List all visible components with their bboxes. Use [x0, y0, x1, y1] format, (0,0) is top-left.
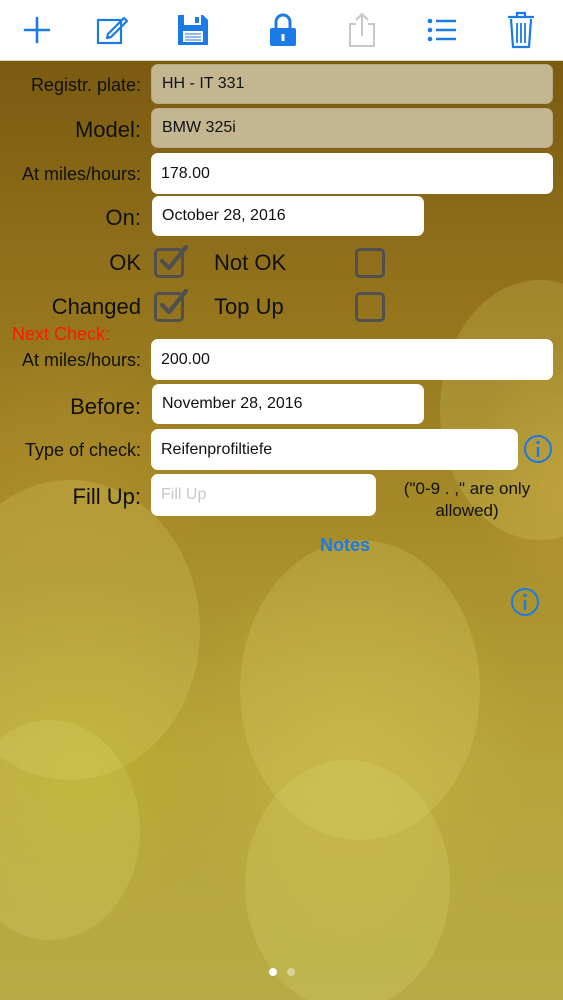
delete-button[interactable]	[501, 10, 541, 50]
type-field[interactable]: Reifenprofiltiefe	[151, 429, 518, 470]
next-miles-field[interactable]: 200.00	[151, 339, 553, 380]
before-date-field[interactable]: November 28, 2016	[152, 384, 424, 424]
list-button[interactable]	[422, 10, 462, 50]
notes-info-button[interactable]	[510, 587, 540, 617]
checkmark-icon	[159, 288, 189, 315]
info-icon	[511, 588, 539, 616]
page-dot	[286, 968, 295, 976]
next-miles-label: At miles/hours:	[21, 350, 141, 370]
save-button[interactable]	[173, 10, 213, 50]
checkmark-icon	[159, 244, 189, 271]
unlock-button[interactable]	[263, 10, 303, 50]
unlock-icon	[270, 13, 296, 46]
changed-label: Changed	[51, 294, 141, 319]
ok-checkbox[interactable]	[154, 244, 189, 278]
toolbar	[0, 0, 563, 61]
miles-field[interactable]: 178.00	[151, 153, 553, 194]
on-date-field[interactable]: October 28, 2016	[152, 196, 424, 236]
plate-label: Registr. plate:	[30, 75, 141, 95]
miles-label: At miles/hours:	[21, 164, 141, 184]
page-indicator[interactable]	[0, 968, 563, 976]
changed-checkbox[interactable]	[154, 288, 189, 322]
plate-field[interactable]: HH - IT 331	[151, 64, 553, 104]
notes-link[interactable]: Notes	[320, 535, 370, 556]
share-button[interactable]	[342, 10, 382, 50]
fill-up-label: Fill Up:	[72, 484, 141, 509]
trash-icon	[508, 11, 534, 49]
info-icon	[524, 435, 552, 463]
not-ok-label: Not OK	[214, 250, 287, 275]
bokeh-circle	[245, 760, 450, 1000]
before-label: Before:	[70, 394, 141, 419]
model-label: Model:	[74, 117, 141, 142]
not-ok-checkbox[interactable]	[355, 248, 385, 278]
edit-icon	[96, 16, 129, 45]
top-up-label: Top Up	[214, 294, 284, 319]
next-check-heading: Next Check:	[12, 324, 111, 344]
fill-up-field[interactable]: Fill Up	[151, 474, 376, 516]
type-info-button[interactable]	[523, 434, 553, 464]
top-up-checkbox[interactable]	[355, 292, 385, 322]
save-icon	[178, 15, 208, 45]
on-label: On:	[105, 205, 141, 230]
model-field[interactable]: BMW 325i	[151, 108, 553, 148]
plus-icon	[23, 16, 51, 44]
list-icon	[427, 18, 456, 42]
page-dot-active	[268, 968, 277, 976]
add-button[interactable]	[17, 10, 57, 50]
share-icon	[349, 13, 375, 47]
fill-up-hint: ("0-9 . ," are only allowed)	[403, 479, 531, 520]
edit-button[interactable]	[92, 10, 132, 50]
type-label: Type of check:	[24, 440, 141, 460]
ok-label: OK	[109, 250, 141, 275]
